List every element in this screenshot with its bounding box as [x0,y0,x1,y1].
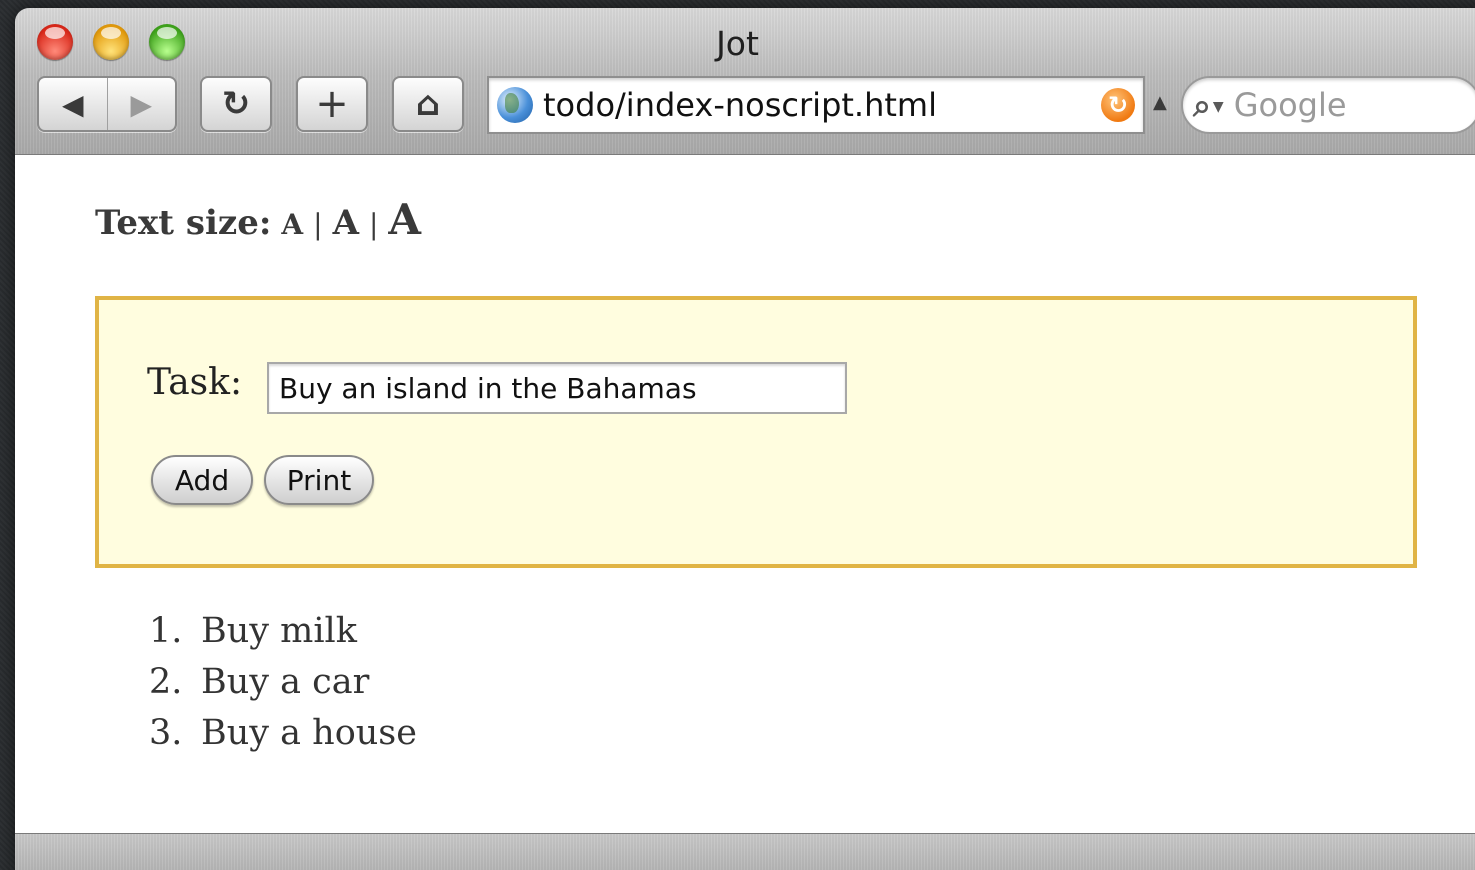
task-input[interactable] [267,362,847,414]
forward-arrow-icon: ▶ [130,87,153,121]
task-label: Task: [147,362,243,403]
list-item: 2. Buy a car [149,656,417,707]
add-button[interactable]: Add [151,455,253,505]
back-arrow-icon: ◀ [61,87,84,121]
home-button[interactable]: ⌂ [392,76,464,132]
browser-window: Jot ◀ ▶ ↻ + ⌂ todo/index-noscript.html ↻… [15,8,1475,870]
back-forward-group: ◀ ▶ [37,76,177,132]
list-item-number: 1. [149,610,183,651]
plus-icon: + [315,81,349,127]
titlebar: Jot ◀ ▶ ↻ + ⌂ todo/index-noscript.html ↻… [15,8,1475,155]
address-bar[interactable]: todo/index-noscript.html ↻ [487,76,1145,134]
todo-list: 1. Buy milk 2. Buy a car 3. Buy a house [149,605,417,758]
forward-button[interactable]: ▶ [106,78,176,130]
chevron-down-icon[interactable]: ▼ [1213,99,1224,115]
list-item: 1. Buy milk [149,605,417,656]
list-item-text: Buy milk [201,610,357,651]
list-item-text: Buy a house [201,712,417,753]
collapse-icon[interactable]: ▲ [1153,92,1167,113]
separator: | [368,208,379,241]
reload-button[interactable]: ↻ [200,76,272,132]
list-item: 3. Buy a house [149,707,417,758]
search-placeholder: Google [1233,86,1347,124]
add-bookmark-button[interactable]: + [296,76,368,132]
url-text[interactable]: todo/index-noscript.html [543,86,1101,124]
back-button[interactable]: ◀ [39,78,107,130]
list-item-number: 3. [149,712,183,753]
list-item-number: 2. [149,661,183,702]
status-bar [15,833,1475,870]
globe-icon [497,87,533,123]
text-size-small-link[interactable]: A [281,208,303,241]
window-title: Jot [716,24,759,63]
text-size-label: Text size: [95,203,272,243]
snapback-icon[interactable]: ↻ [1101,88,1135,122]
reload-icon: ↻ [221,84,251,124]
home-icon: ⌂ [415,84,441,124]
print-button[interactable]: Print [264,455,374,505]
list-item-text: Buy a car [201,661,370,702]
search-field[interactable]: ⌕ ▼ Google [1181,76,1475,134]
text-size-medium-link[interactable]: A [333,203,359,243]
search-icon[interactable]: ⌕ [1193,86,1211,125]
separator: | [313,208,323,241]
task-form-panel: Task: Add Print [95,296,1417,568]
text-size-controls: Text size: A | A | A [95,195,421,244]
page-content: Text size: A | A | A Task: Add Print 1. … [15,155,1475,833]
text-size-large-link[interactable]: A [388,195,421,244]
